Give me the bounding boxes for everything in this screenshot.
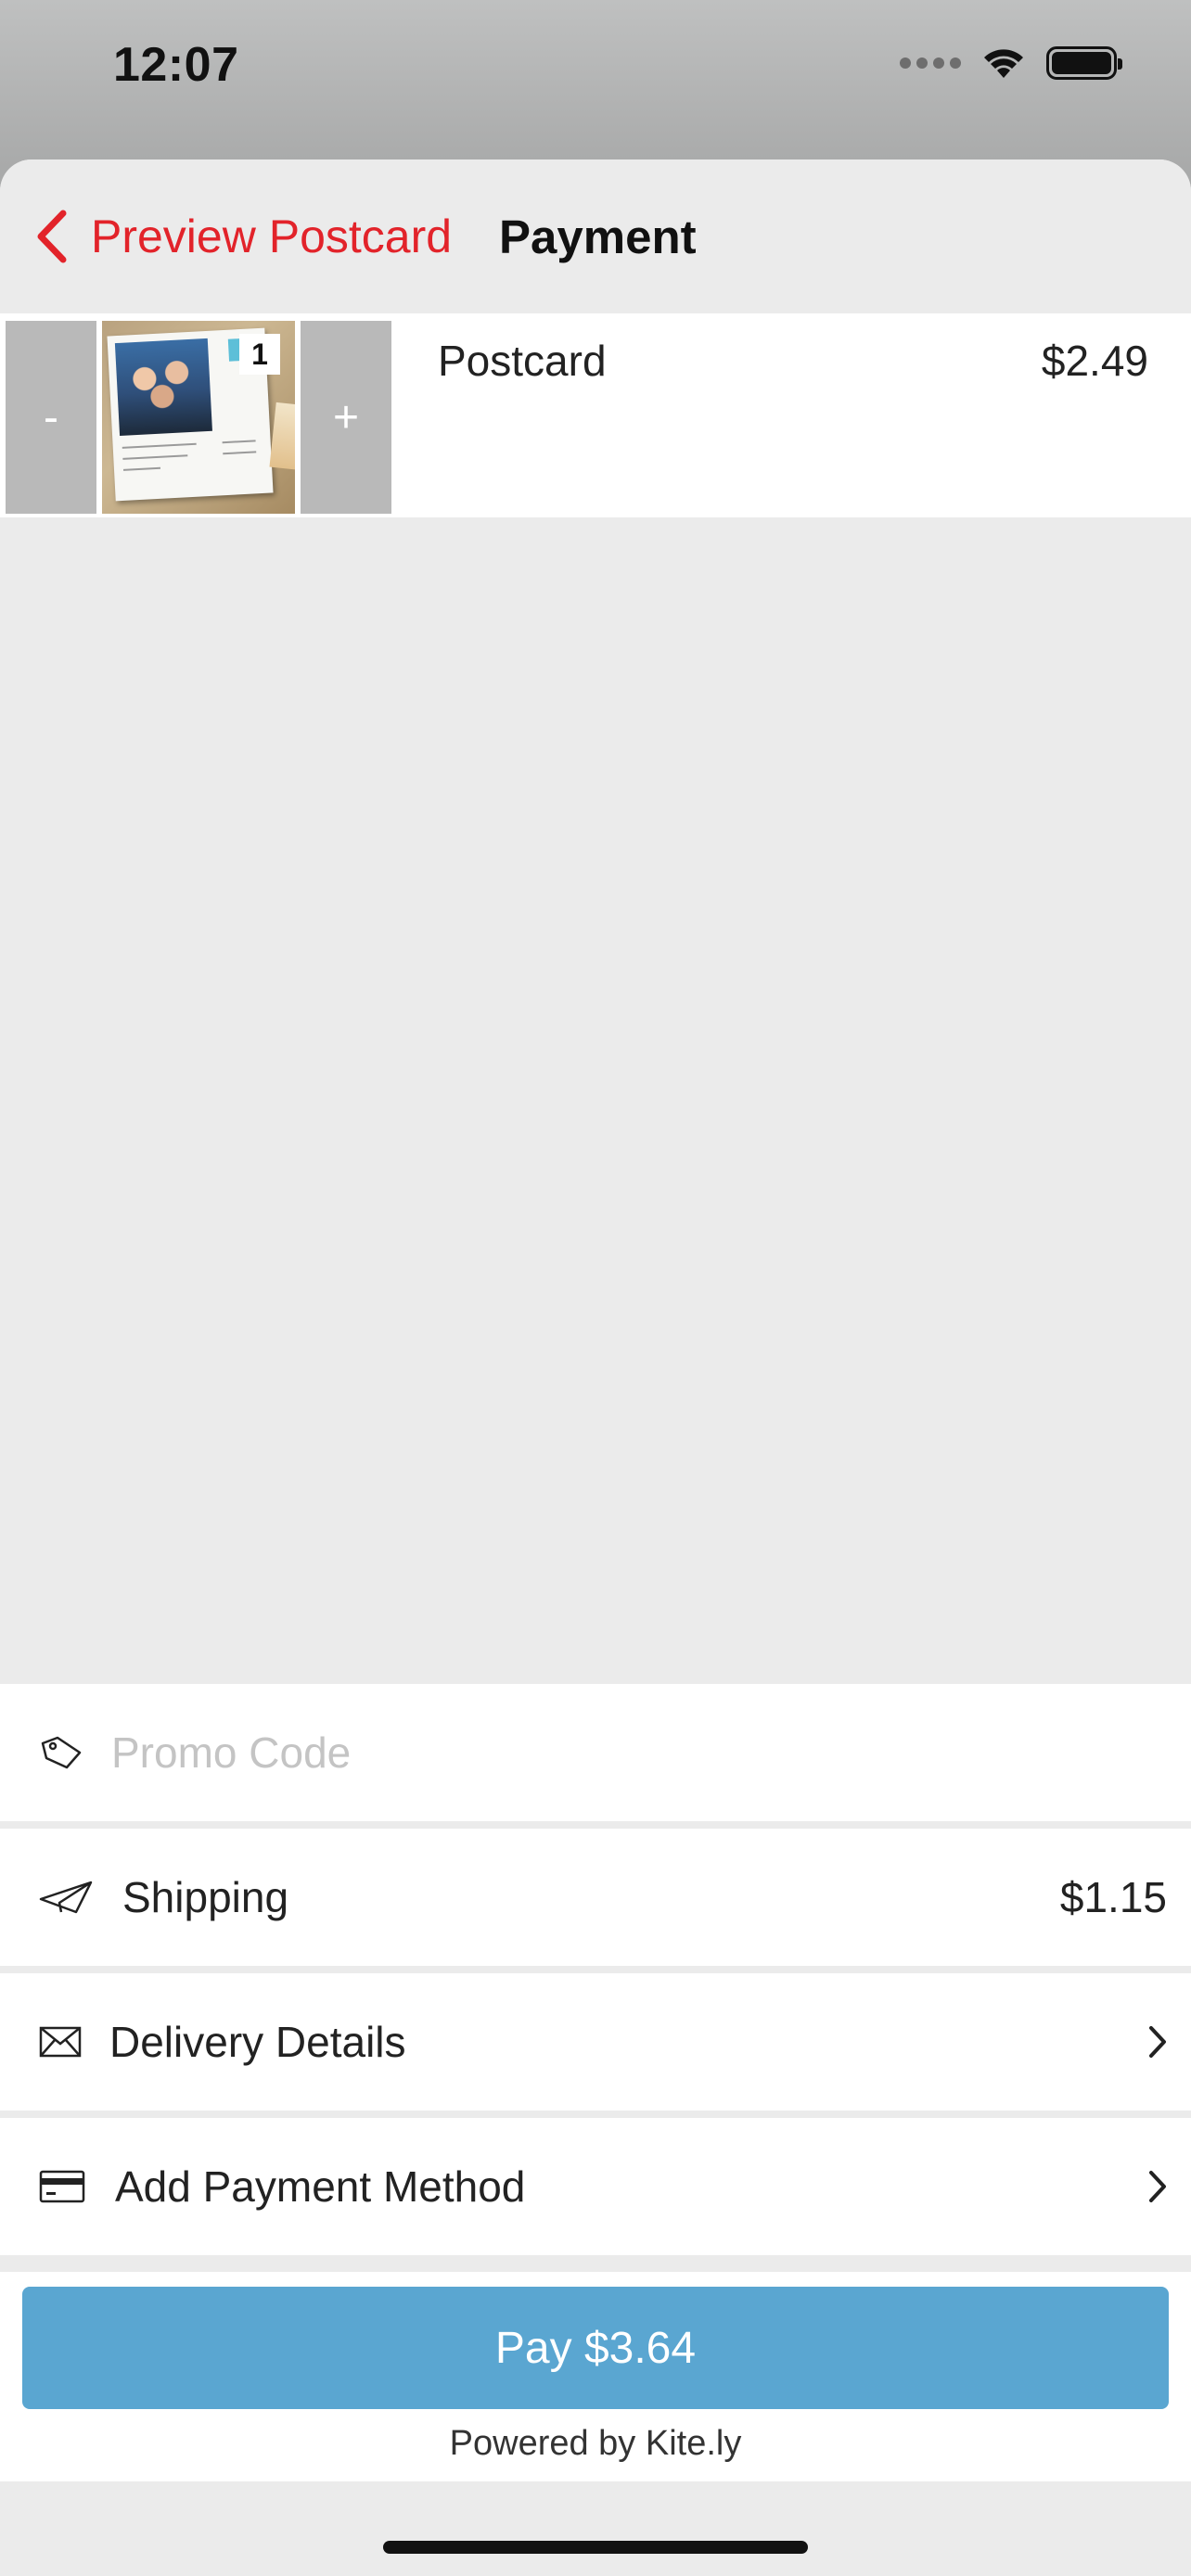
tag-icon [39,1734,83,1771]
page-title: Payment [499,210,697,263]
status-icons [900,46,1122,80]
back-label: Preview Postcard [91,210,453,262]
pay-button[interactable]: Pay $3.64 [22,2287,1169,2409]
decrease-quantity-button[interactable]: - [6,321,96,514]
back-button[interactable]: Preview Postcard [33,208,452,265]
status-time: 12:07 [113,38,239,92]
powered-by-text: Powered by Kite.ly [449,2424,742,2463]
cellular-signal-icon [900,57,961,69]
delivery-details-row[interactable]: Delivery Details [0,1973,1191,2111]
chevron-right-icon [1146,2023,1169,2060]
navigation-bar: Preview Postcard Payment [0,159,1191,313]
status-bar: 12:07 [0,0,1191,139]
paper-plane-icon [39,1879,93,1916]
envelope-icon [39,2026,82,2058]
chevron-left-icon [37,210,67,263]
increase-quantity-button[interactable]: + [301,321,391,514]
add-payment-method-row[interactable]: Add Payment Method [0,2118,1191,2255]
credit-card-icon [39,2170,85,2203]
quantity-badge: 1 [239,334,280,375]
chevron-right-icon [1146,2168,1169,2205]
battery-icon [1046,46,1122,80]
item-price: $2.49 [1041,337,1148,385]
pay-area: Pay $3.64 Powered by Kite.ly [0,2272,1191,2481]
shipping-label: Shipping [122,1873,289,1921]
home-indicator[interactable] [383,2541,808,2554]
shipping-value: $1.15 [1059,1873,1167,1921]
promo-code-row[interactable] [0,1684,1191,1821]
screen: 12:07 Preview Postcard Payment - + 1 Pos… [0,0,1191,2576]
checkout-options: Shipping $1.15 Delivery Details [0,1684,1191,2263]
wifi-icon [984,49,1023,78]
delivery-details-label: Delivery Details [109,2018,406,2066]
item-name: Postcard [438,337,607,385]
add-payment-method-label: Add Payment Method [115,2162,526,2211]
shipping-row: Shipping $1.15 [0,1829,1191,1966]
promo-code-input[interactable] [111,1728,1132,1778]
